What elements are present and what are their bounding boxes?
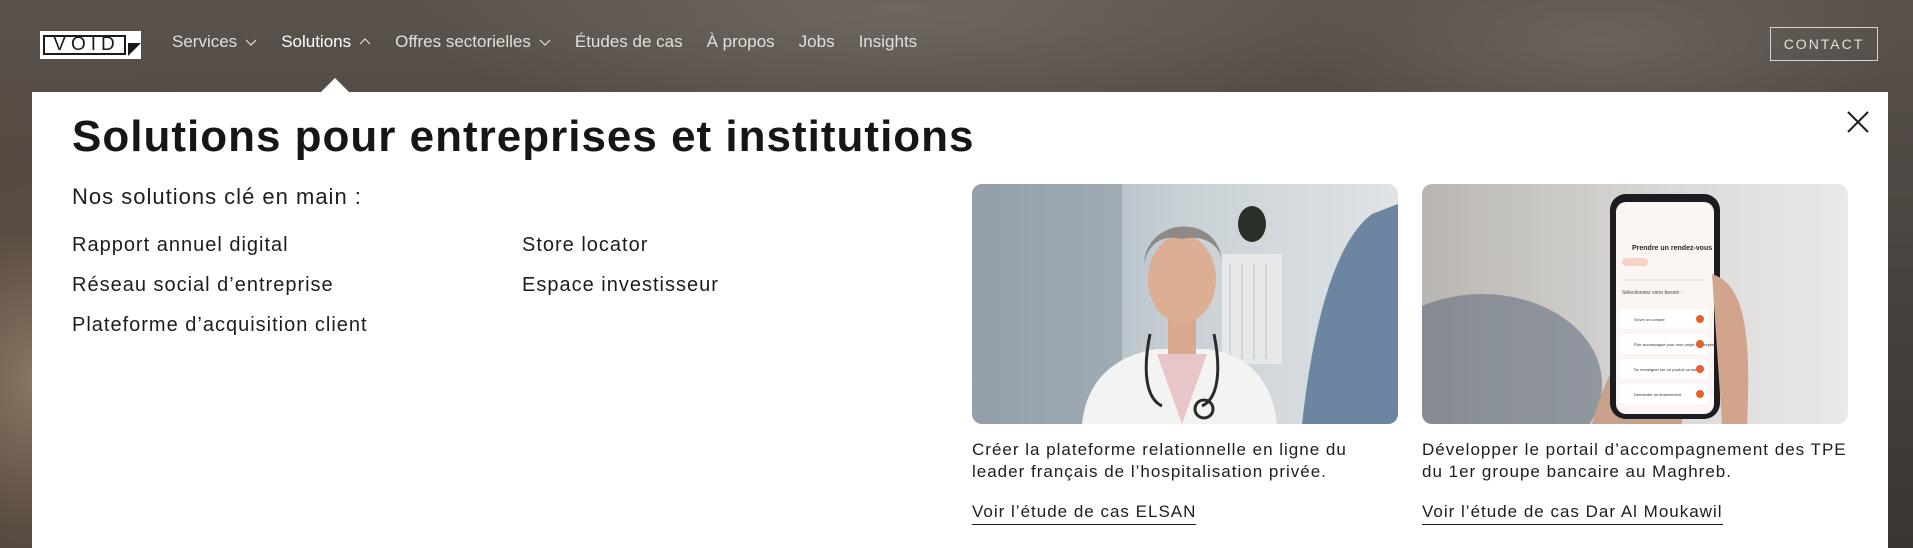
- nav-etudes-de-cas[interactable]: Études de cas: [575, 32, 683, 52]
- link-rapport-annuel[interactable]: Rapport annuel digital: [72, 234, 289, 257]
- nav-services[interactable]: Services: [172, 32, 257, 52]
- phone-illustration: Prendre un rendez-vous Sélectionnez votr…: [1422, 184, 1848, 424]
- dropdown-caret: [320, 78, 350, 93]
- nav-services-label: Services: [172, 32, 238, 51]
- close-icon[interactable]: [1846, 110, 1870, 134]
- logo-flag-icon: [128, 43, 141, 56]
- nav-a-propos[interactable]: À propos: [707, 32, 775, 52]
- phone-option-2: Être accompagné pour mon projet d'entrep…: [1634, 342, 1717, 347]
- chevron-down-icon: [245, 39, 257, 46]
- nav-insights[interactable]: Insights: [859, 32, 918, 52]
- case-study-card-elsan: Créer la plateforme relationnelle en lig…: [972, 184, 1398, 525]
- void-logo[interactable]: VOID: [40, 31, 141, 59]
- nav-solutions[interactable]: Solutions: [281, 32, 371, 52]
- menu-title: Solutions pour entreprises et institutio…: [72, 112, 975, 161]
- link-reseau-social[interactable]: Réseau social d’entreprise: [72, 274, 334, 297]
- link-espace-investisseur[interactable]: Espace investisseur: [522, 274, 719, 297]
- doctor-photo[interactable]: [972, 184, 1398, 424]
- doctor-illustration: [972, 184, 1398, 424]
- main-nav: Services Solutions Offres sectorielles É…: [172, 32, 941, 52]
- chevron-up-icon: [359, 38, 371, 45]
- card-elsan-description: Créer la plateforme relationnelle en lig…: [972, 440, 1347, 481]
- card-dar-al-moukawil-link[interactable]: Voir l’étude de cas Dar Al Moukawil: [1422, 502, 1723, 525]
- nav-offres-label: Offres sectorielles: [395, 32, 531, 51]
- logo-text: VOID: [43, 34, 126, 55]
- chevron-down-icon: [539, 39, 551, 46]
- nav-offres-sectorielles[interactable]: Offres sectorielles: [395, 32, 551, 52]
- phone-screen-heading: Prendre un rendez-vous: [1632, 245, 1712, 252]
- link-plateforme-acquisition[interactable]: Plateforme d’acquisition client: [72, 314, 368, 337]
- phone-app-photo[interactable]: Prendre un rendez-vous Sélectionnez votr…: [1422, 184, 1848, 424]
- contact-button[interactable]: CONTACT: [1770, 27, 1878, 61]
- phone-option-1: Ouvrir un compte: [1634, 317, 1665, 322]
- menu-subtitle: Nos solutions clé en main :: [72, 184, 362, 209]
- phone-screen-prompt: Sélectionnez votre besoin :: [1622, 290, 1682, 296]
- link-store-locator[interactable]: Store locator: [522, 234, 648, 257]
- card-elsan-link[interactable]: Voir l’étude de cas ELSAN: [972, 502, 1197, 525]
- nav-solutions-label: Solutions: [281, 32, 352, 51]
- phone-option-3: Se renseigner sur un produit ou service: [1634, 367, 1705, 372]
- nav-jobs[interactable]: Jobs: [799, 32, 835, 52]
- site-header: VOID Services Solutions Offres sectoriel…: [0, 0, 1913, 92]
- case-study-card-dar-al-moukawil: Prendre un rendez-vous Sélectionnez votr…: [1422, 184, 1848, 525]
- card-dar-al-moukawil-description: Développer le portail d’accompagnement d…: [1422, 440, 1847, 481]
- phone-option-4: Demander un financement: [1634, 392, 1682, 397]
